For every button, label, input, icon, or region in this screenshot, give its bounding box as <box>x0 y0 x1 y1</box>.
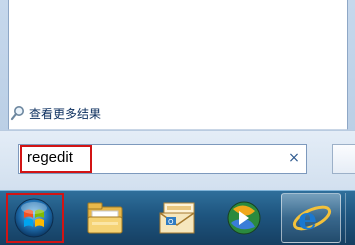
shutdown-button[interactable] <box>332 144 355 174</box>
taskbar-media-player-button[interactable] <box>219 193 269 243</box>
outlook-mail-icon: O <box>152 202 202 245</box>
see-more-results-link[interactable]: 查看更多结果 <box>10 104 101 122</box>
internet-explorer-icon: e <box>287 202 337 245</box>
clear-search-button[interactable]: × <box>286 150 302 166</box>
search-input-value[interactable]: regedit <box>27 149 73 166</box>
media-player-icon <box>219 201 269 245</box>
taskbar-overflow-edge <box>345 193 355 243</box>
taskbar-ie-button[interactable]: e <box>287 193 337 243</box>
windows-explorer-folder-icon <box>80 202 130 245</box>
svg-text:O: O <box>168 218 174 226</box>
magnifier-icon <box>10 105 26 121</box>
taskbar-explorer-button[interactable] <box>80 193 130 243</box>
svg-text:e: e <box>298 202 317 237</box>
start-button-highlight-box <box>6 193 64 243</box>
see-more-results-label: 查看更多结果 <box>29 106 102 121</box>
taskbar-outlook-button[interactable]: O <box>152 193 202 243</box>
